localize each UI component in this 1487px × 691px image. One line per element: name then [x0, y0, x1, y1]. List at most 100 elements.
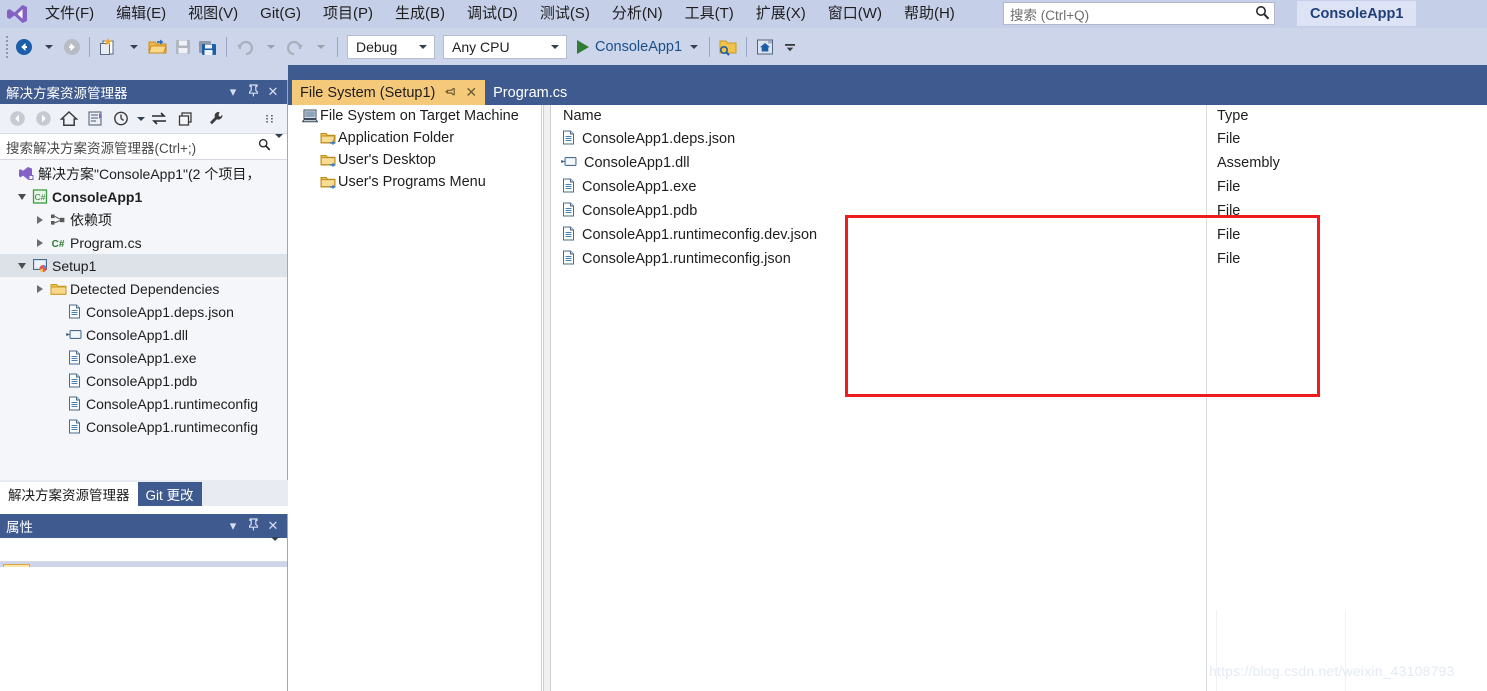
chevron-down-icon: [690, 44, 699, 49]
find-in-files-icon[interactable]: [715, 33, 741, 61]
menu-item-window[interactable]: 窗口(W): [817, 0, 893, 28]
save-all-button[interactable]: [195, 33, 221, 61]
toolbar-grip[interactable]: [4, 35, 12, 58]
sync-with-active-document-icon[interactable]: [82, 107, 108, 131]
solution-explorer-search[interactable]: 搜索解决方案资源管理器(Ctrl+;): [0, 133, 287, 160]
start-debug-button[interactable]: ConsoleApp1: [571, 33, 704, 61]
row-name-cell: ConsoleApp1.exe: [561, 175, 696, 199]
redo-dropdown[interactable]: [308, 33, 332, 61]
search-options-dropdown[interactable]: [273, 133, 287, 156]
pin-icon[interactable]: [445, 85, 456, 100]
toolbar-overflow-icon[interactable]: [778, 33, 802, 61]
listview-row[interactable]: ConsoleApp1.exe File: [553, 175, 1487, 199]
properties-object-selector[interactable]: [0, 536, 287, 562]
navigate-forward-button[interactable]: [60, 33, 84, 61]
tree-expander[interactable]: [32, 238, 48, 247]
sync-icon[interactable]: [146, 107, 172, 131]
active-project-badge[interactable]: ConsoleApp1: [1297, 1, 1417, 26]
menu-item-build[interactable]: 生成(B): [384, 0, 456, 28]
new-project-button[interactable]: [95, 33, 121, 61]
listview-row[interactable]: ConsoleApp1.pdb File: [553, 199, 1487, 223]
chevron-down-icon[interactable]: [269, 536, 279, 559]
toolbar-overflow-icon[interactable]: ⁝⁝: [257, 107, 283, 131]
listview-row[interactable]: ConsoleApp1.runtimeconfig.dev.json File: [553, 223, 1487, 247]
panel-menu-icon[interactable]: ▾: [223, 84, 243, 100]
close-icon[interactable]: ✕: [263, 518, 283, 534]
quick-launch-search[interactable]: 搜索 (Ctrl+Q): [1003, 2, 1275, 25]
back-icon[interactable]: [4, 107, 30, 131]
home-icon[interactable]: [56, 107, 82, 131]
menu-item-git[interactable]: Git(G): [249, 0, 312, 28]
folder-tree-item-target-machine[interactable]: File System on Target Machine: [292, 105, 541, 127]
folder-tree-item-users-desktop[interactable]: User's Desktop: [292, 149, 541, 171]
tree-item-file[interactable]: ConsoleApp1.runtimeconfig: [0, 392, 287, 415]
tree-item-program-cs[interactable]: C# Program.cs: [0, 231, 287, 254]
menu-item-view[interactable]: 视图(V): [177, 0, 249, 28]
menu-item-edit[interactable]: 编辑(E): [105, 0, 177, 28]
filter-dropdown-icon[interactable]: [134, 107, 146, 131]
tree-item-file[interactable]: ConsoleApp1.runtimeconfig: [0, 415, 287, 438]
save-button[interactable]: [171, 33, 195, 61]
pin-icon[interactable]: [243, 518, 263, 534]
properties-grid[interactable]: [0, 567, 287, 691]
tree-item-file[interactable]: ConsoleApp1.deps.json: [0, 300, 287, 323]
tree-item-dependencies[interactable]: 依赖项: [0, 208, 287, 231]
undo-dropdown[interactable]: [258, 33, 282, 61]
column-header-name[interactable]: Name: [563, 105, 602, 127]
undo-button[interactable]: [232, 33, 258, 61]
menu-item-analyze[interactable]: 分析(N): [601, 0, 674, 28]
listview-row[interactable]: ConsoleApp1.runtimeconfig.json File: [553, 247, 1487, 271]
pending-changes-filter-icon[interactable]: [108, 107, 134, 131]
tab-program-cs[interactable]: Program.cs: [485, 80, 576, 105]
menu-item-project[interactable]: 项目(P): [312, 0, 384, 28]
column-header-type[interactable]: Type: [1217, 105, 1248, 127]
dock-tab-git-changes[interactable]: Git 更改: [137, 482, 202, 506]
close-icon[interactable]: ✕: [263, 84, 283, 100]
tree-item-detected-dependencies[interactable]: Detected Dependencies: [0, 277, 287, 300]
tree-expander[interactable]: [14, 262, 30, 269]
tab-file-system-setup1[interactable]: File System (Setup1) ✕: [292, 80, 486, 105]
tree-item-file[interactable]: ConsoleApp1.pdb: [0, 369, 287, 392]
collapse-all-icon[interactable]: [172, 107, 198, 131]
panel-menu-icon[interactable]: ▾: [223, 518, 243, 534]
home-window-icon[interactable]: [752, 33, 778, 61]
new-project-dropdown[interactable]: [121, 33, 145, 61]
solution-explorer-dock-tabs: 解决方案资源管理器 Git 更改: [0, 480, 288, 506]
search-input[interactable]: 搜索 (Ctrl+Q): [1004, 4, 1250, 24]
menu-item-tools[interactable]: 工具(T): [674, 0, 745, 28]
dock-tab-solution-explorer[interactable]: 解决方案资源管理器: [0, 482, 138, 506]
tree-expander[interactable]: [32, 215, 48, 224]
redo-button[interactable]: [282, 33, 308, 61]
properties-icon[interactable]: [204, 107, 230, 131]
open-file-button[interactable]: [145, 33, 171, 61]
designer-splitter[interactable]: [543, 105, 551, 691]
pin-icon[interactable]: [243, 84, 263, 100]
tree-item-setup1[interactable]: Setup1: [0, 254, 287, 277]
platform-combo[interactable]: Any CPU: [443, 34, 567, 59]
navigate-back-button[interactable]: [12, 33, 36, 61]
menu-item-extensions[interactable]: 扩展(X): [745, 0, 817, 28]
tree-item-consoleapp1[interactable]: C# ConsoleApp1: [0, 185, 287, 208]
menu-item-help[interactable]: 帮助(H): [893, 0, 966, 28]
tree-item-file[interactable]: ConsoleApp1.dll: [0, 323, 287, 346]
listview-row[interactable]: ConsoleApp1.deps.json File: [553, 127, 1487, 151]
tree-expander[interactable]: [14, 193, 30, 200]
row-type-cell: File: [1217, 227, 1241, 243]
folder-tree-item-application-folder[interactable]: Application Folder: [292, 127, 541, 149]
file-icon: [64, 396, 84, 411]
tree-item-file[interactable]: ConsoleApp1.exe: [0, 346, 287, 369]
forward-icon[interactable]: [30, 107, 56, 131]
close-icon[interactable]: ✕: [465, 84, 477, 101]
folder-tree-item-users-programs-menu[interactable]: User's Programs Menu: [292, 171, 541, 193]
menu-item-debug[interactable]: 调试(D): [456, 0, 529, 28]
folder-tree-label: User's Programs Menu: [338, 174, 486, 190]
configuration-combo[interactable]: Debug: [347, 34, 435, 59]
search-input[interactable]: 搜索解决方案资源管理器(Ctrl+;): [6, 137, 255, 157]
navigate-back-dropdown[interactable]: [36, 33, 60, 61]
menu-item-test[interactable]: 测试(S): [529, 0, 601, 28]
tree-expander[interactable]: [32, 284, 48, 293]
menu-item-file[interactable]: 文件(F): [34, 0, 105, 28]
listview-row[interactable]: ConsoleApp1.dll Assembly: [553, 151, 1487, 175]
tree-item-solution[interactable]: 解决方案"ConsoleApp1"(2 个项目，: [0, 162, 287, 185]
properties-panel: 属性 ▾ ✕ A Z: [0, 514, 288, 691]
